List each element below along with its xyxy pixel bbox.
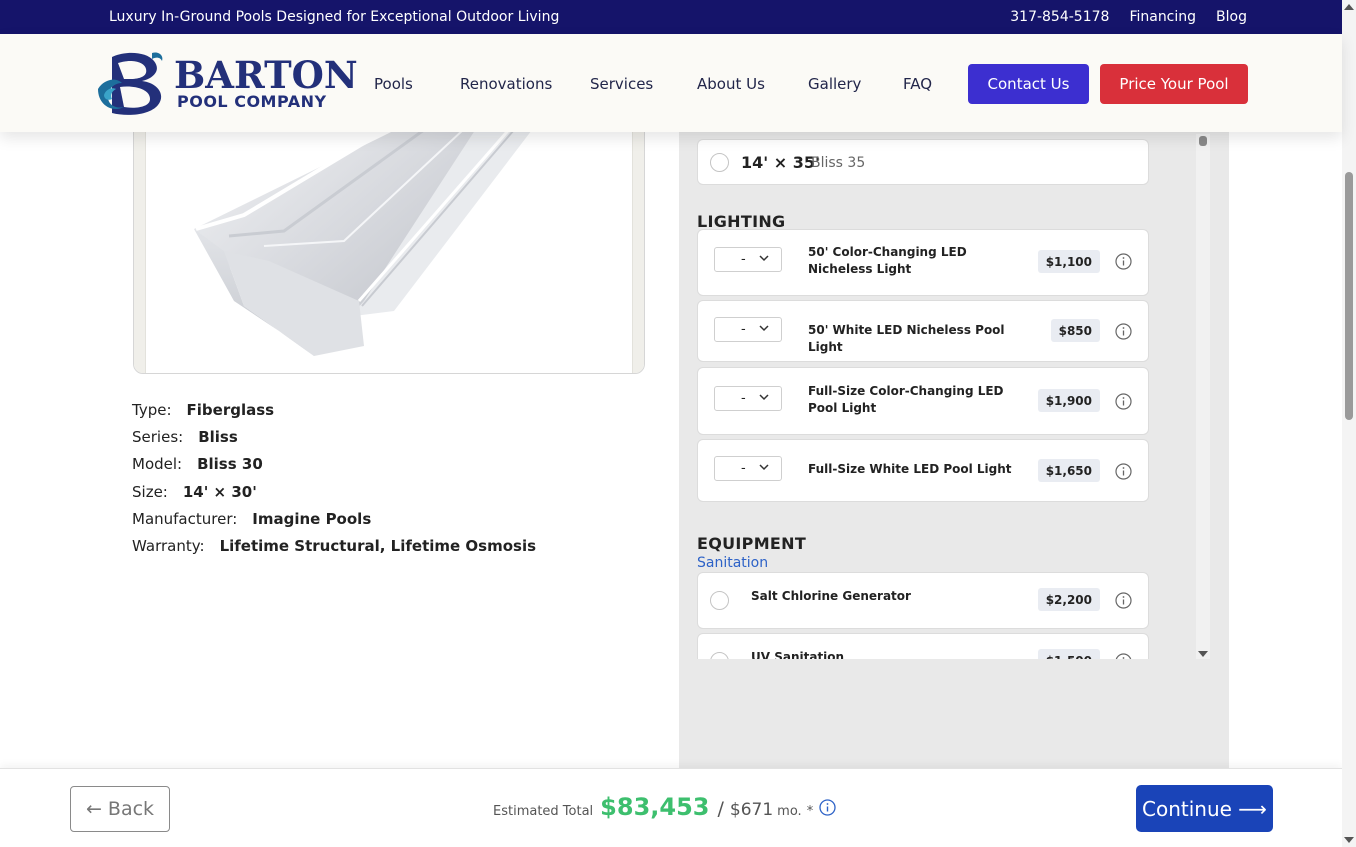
price-badge: $1,100 xyxy=(1037,250,1100,273)
monthly-amount: $671 xyxy=(729,800,774,820)
financing-link[interactable]: Financing xyxy=(1129,9,1196,25)
size-radio[interactable] xyxy=(710,153,729,172)
pool-shell-illustration xyxy=(194,101,554,356)
lighting-option: - 50' White LED Nicheless Pool Light $85… xyxy=(697,300,1149,362)
lighting-option: - Full-Size White LED Pool Light $1,650 xyxy=(697,439,1149,502)
pool-image xyxy=(133,100,645,374)
spec-warranty: Warranty: Lifetime Structural, Lifetime … xyxy=(132,537,537,556)
spec-type: Type: Fiberglass xyxy=(132,400,275,419)
price-badge: $1,900 xyxy=(1037,389,1100,412)
size-option-bliss-35[interactable]: 14' × 35' Bliss 35 xyxy=(697,139,1149,185)
nav-renovations[interactable]: Renovations xyxy=(460,75,552,93)
phone-link[interactable]: 317-854-5178 xyxy=(1010,9,1109,25)
quantity-select[interactable]: - xyxy=(714,247,782,272)
nav-pools[interactable]: Pools xyxy=(374,75,413,93)
sanitation-subheading: Sanitation xyxy=(697,555,769,571)
tagline: Luxury In-Ground Pools Designed for Exce… xyxy=(109,9,560,25)
options-scrollbar[interactable] xyxy=(1196,134,1210,659)
price-badge: $1,650 xyxy=(1037,459,1100,482)
continue-button[interactable]: Continue ⟶ xyxy=(1136,785,1273,832)
estimated-total-label: Estimated Total xyxy=(493,804,594,819)
spec-manufacturer: Manufacturer: Imagine Pools xyxy=(132,509,372,528)
logo[interactable]: BARTON POOL COMPANY xyxy=(94,49,358,117)
back-button[interactable]: ← Back xyxy=(70,786,170,832)
quantity-select[interactable]: - xyxy=(714,317,782,342)
equipment-radio[interactable] xyxy=(710,591,729,610)
page: Luxury In-Ground Pools Designed for Exce… xyxy=(0,0,1356,847)
info-icon[interactable] xyxy=(1115,653,1132,659)
announcement-bar: Luxury In-Ground Pools Designed for Exce… xyxy=(0,0,1342,34)
estimate-footer: ← Back Estimated Total $83,453 / $671 mo… xyxy=(0,768,1342,847)
nav-services[interactable]: Services xyxy=(590,75,653,93)
info-icon[interactable] xyxy=(1115,463,1132,480)
page-scrollbar-thumb[interactable] xyxy=(1345,172,1353,420)
spec-size: Size: 14' × 30' xyxy=(132,482,257,501)
site-header: BARTON POOL COMPANY Pools Renovations Se… xyxy=(0,34,1342,132)
equipment-option[interactable]: UV Sanitation $1,500 xyxy=(697,633,1149,659)
logo-mark-icon xyxy=(98,52,163,115)
price-your-pool-button[interactable]: Price Your Pool xyxy=(1100,64,1248,104)
lighting-option: - Full-Size Color-Changing LED Pool Ligh… xyxy=(697,367,1149,435)
price-badge: $2,200 xyxy=(1037,588,1100,611)
quantity-select[interactable]: - xyxy=(714,386,782,411)
info-icon[interactable] xyxy=(1115,592,1132,609)
info-icon[interactable] xyxy=(1115,253,1132,270)
page-scrollbar[interactable] xyxy=(1342,0,1356,847)
info-icon[interactable] xyxy=(1115,323,1132,340)
chevron-down-icon xyxy=(759,394,769,401)
logo-name: BARTON xyxy=(174,53,358,97)
info-icon[interactable] xyxy=(1115,393,1132,410)
estimated-total: Estimated Total $83,453 / $671 mo. * xyxy=(493,793,836,821)
scroll-up-arrow-icon[interactable] xyxy=(1344,4,1354,10)
scroll-down-arrow-icon[interactable] xyxy=(1344,837,1354,843)
equipment-heading: EQUIPMENT xyxy=(697,534,807,553)
info-icon[interactable] xyxy=(819,798,836,816)
pool-specs: Type: Fiberglass Series: Bliss Model: Bl… xyxy=(132,396,536,560)
nav-gallery[interactable]: Gallery xyxy=(808,75,861,93)
chevron-down-icon xyxy=(759,255,769,262)
lighting-option: - 50' Color-Changing LED Nicheless Light… xyxy=(697,229,1149,296)
spec-model: Model: Bliss 30 xyxy=(132,455,263,474)
price-badge: $1,500 xyxy=(1037,649,1100,659)
equipment-option[interactable]: Salt Chlorine Generator $2,200 xyxy=(697,572,1149,629)
scrollbar-thumb[interactable] xyxy=(1199,136,1207,146)
nav-faq[interactable]: FAQ xyxy=(903,75,932,93)
nav-about-us[interactable]: About Us xyxy=(697,75,765,93)
spec-series: Series: Bliss xyxy=(132,427,238,446)
chevron-down-icon xyxy=(759,325,769,332)
contact-us-button[interactable]: Contact Us xyxy=(968,64,1089,104)
logo-subtitle: POOL COMPANY xyxy=(177,92,327,111)
total-amount: $83,453 xyxy=(600,793,710,821)
scroll-down-arrow-icon[interactable] xyxy=(1198,651,1208,657)
chevron-down-icon xyxy=(759,464,769,471)
price-badge: $850 xyxy=(1050,319,1100,342)
options-scroll-area[interactable]: 14' × 35' Bliss 35 LIGHTING - 50' Color-… xyxy=(697,134,1210,659)
quantity-select[interactable]: - xyxy=(714,456,782,481)
equipment-radio[interactable] xyxy=(710,652,729,659)
top-links: 317-854-5178 Financing Blog xyxy=(1010,9,1247,25)
blog-link[interactable]: Blog xyxy=(1216,9,1247,25)
